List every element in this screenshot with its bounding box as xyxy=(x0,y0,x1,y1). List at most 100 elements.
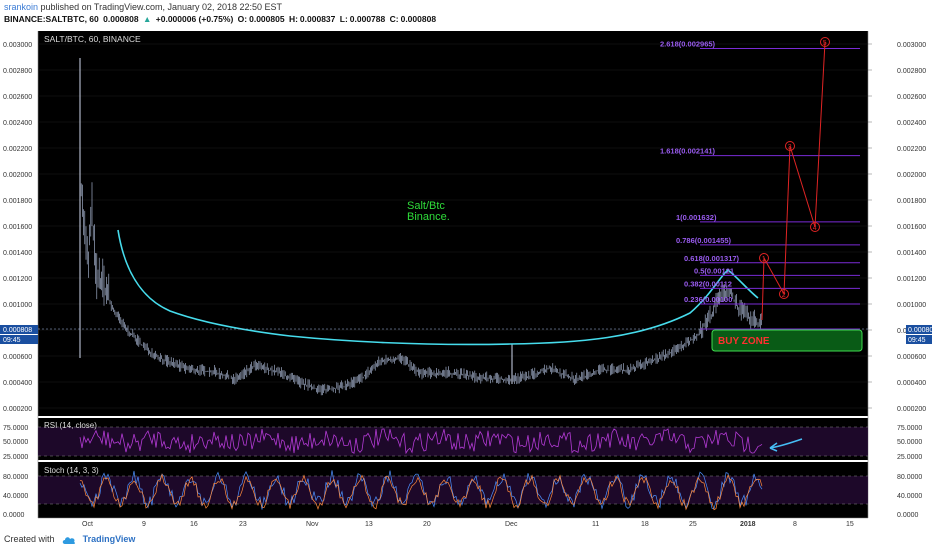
publish-info: srankoin published on TradingView.com, J… xyxy=(4,2,282,12)
stoch-tick-left: 40.0000 xyxy=(3,493,28,500)
stoch-tick-right: 40.0000 xyxy=(897,493,922,500)
left-current-price-text: 0.000808 xyxy=(3,327,32,334)
current-price-tag-text: 0.000808 xyxy=(908,327,932,334)
time-tick-label: 16 xyxy=(190,521,198,528)
wave-label: 5 xyxy=(823,40,827,47)
buy-zone-label: BUY ZONE xyxy=(718,336,770,347)
price-tick-left: 0.002800 xyxy=(3,68,32,75)
publish-date: published on TradingView.com, January 02… xyxy=(40,2,283,12)
price-tick-left: 0.003000 xyxy=(3,42,32,49)
stoch-tick-left: 80.0000 xyxy=(3,474,28,481)
stoch-band xyxy=(38,476,868,504)
price-tick-right: 0.001600 xyxy=(897,224,926,231)
high-value: 0.000837 xyxy=(299,14,336,24)
change-up-icon: ▲ xyxy=(142,14,152,24)
rsi-band xyxy=(38,427,868,456)
price-tick-left: 0.002000 xyxy=(3,172,32,179)
pane-title: SALT/BTC, 60, BINANCE xyxy=(44,34,141,44)
chart-header: srankoin published on TradingView.com, J… xyxy=(0,0,932,28)
wave-label: 1 xyxy=(762,256,766,263)
stoch-title: Stoch (14, 3, 3) xyxy=(44,466,99,475)
time-tick-label: Oct xyxy=(82,521,93,528)
price-tick-right: 0.000400 xyxy=(897,380,926,387)
rsi-tick-left: 50.0000 xyxy=(3,439,28,446)
price-axis-left[interactable]: 0.003000 0.002800 0.002600 0.002400 0.002200… xyxy=(3,42,32,413)
price-tick-left: 0.002600 xyxy=(3,94,32,101)
price-tick-left: 0.002200 xyxy=(3,146,32,153)
created-with-text: Created with xyxy=(4,534,55,544)
price-tick-right: 0.002000 xyxy=(897,172,926,179)
time-tick-label: 15 xyxy=(846,521,854,528)
fib-level-label: 1(0.001632) xyxy=(676,213,717,222)
last-price: 0.000808 xyxy=(103,14,139,24)
time-tick-label: 2018 xyxy=(740,521,756,528)
time-tick-label: 23 xyxy=(239,521,247,528)
price-tick-right: 0.001400 xyxy=(897,250,926,257)
created-with: Created with TradingView xyxy=(4,534,135,545)
stoch-tick-right: 80.0000 xyxy=(897,474,922,481)
wave-label: 4 xyxy=(813,225,817,232)
price-tick-right: 0.002400 xyxy=(897,120,926,127)
rsi-tick-left: 75.0000 xyxy=(3,425,28,432)
footer: Created with TradingView xyxy=(0,530,932,550)
chart-canvas[interactable]: 0.003000 0.002800 0.002600 0.002400 0.002200… xyxy=(0,28,932,530)
author-link[interactable]: srankoin xyxy=(4,2,38,12)
time-tick-label: 20 xyxy=(423,521,431,528)
ohlc-legend: BINANCE:SALTBTC, 60 0.000808 ▲ +0.000006… xyxy=(4,14,438,24)
price-tick-left: 0.001600 xyxy=(3,224,32,231)
fib-level-label: 0.618(0.001317) xyxy=(684,254,740,263)
price-tick-left: 0.001400 xyxy=(3,250,32,257)
buy-zone: BUY ZONE xyxy=(711,329,863,352)
rsi-title: RSI (14, close) xyxy=(44,421,97,430)
time-tick-label: 18 xyxy=(641,521,649,528)
stoch-tick-left: 0.0000 xyxy=(3,512,25,519)
fib-level-label: 0.236(0.00100 xyxy=(684,295,732,304)
time-tick-label: 13 xyxy=(365,521,373,528)
price-tick-right: 0.002800 xyxy=(897,68,926,75)
price-tick-left: 0.001000 xyxy=(3,302,32,309)
time-tick-label: 9 xyxy=(142,521,146,528)
rsi-tick-right: 75.0000 xyxy=(897,425,922,432)
price-tick-right: 0.001800 xyxy=(897,198,926,205)
main-pane[interactable] xyxy=(38,31,868,416)
countdown-tag-text: 09:45 xyxy=(908,337,926,344)
rsi-tick-right: 50.0000 xyxy=(897,439,922,446)
price-tick-left: 0.001800 xyxy=(3,198,32,205)
wave-label: 2 xyxy=(782,292,786,299)
high-label: H: xyxy=(288,14,298,24)
price-tick-left: 0.000400 xyxy=(3,380,32,387)
fib-level-label: 0.786(0.001455) xyxy=(676,236,732,245)
price-tick-left: 0.000200 xyxy=(3,406,32,413)
close-value: 0.000808 xyxy=(400,14,437,24)
fib-level-label: 2.618(0.002965) xyxy=(660,40,716,49)
time-tick-label: 11 xyxy=(592,521,599,528)
price-change: +0.000006 (+0.75%) xyxy=(155,14,234,24)
close-label: C: xyxy=(389,14,399,24)
symbol-label: BINANCE:SALTBTC, 60 xyxy=(4,14,99,24)
low-label: L: xyxy=(339,14,348,24)
price-tick-right: 0.000600 xyxy=(897,354,926,361)
price-tick-left: 0.000600 xyxy=(3,354,32,361)
time-tick-label: 8 xyxy=(793,521,797,528)
price-tick-right: 0.001200 xyxy=(897,276,926,283)
price-tick-left: 0.002400 xyxy=(3,120,32,127)
price-tick-left: 0.001200 xyxy=(3,276,32,283)
open-label: O: xyxy=(237,14,248,24)
fib-level-label: 0.5(0.00121 xyxy=(694,266,734,275)
wave-label: 3 xyxy=(788,144,792,151)
fib-level-label: 1.618(0.002141) xyxy=(660,147,716,156)
price-tick-right: 0.001000 xyxy=(897,302,926,309)
price-tick-right: 0.000200 xyxy=(897,406,926,413)
low-value: 0.000788 xyxy=(349,14,386,24)
tradingview-cloud-icon xyxy=(62,536,76,544)
price-tick-right: 0.002200 xyxy=(897,146,926,153)
stoch-tick-right: 0.0000 xyxy=(897,512,919,519)
fib-level-label: 0.382(0.00112 xyxy=(684,279,732,288)
time-tick-label: Dec xyxy=(505,521,518,528)
rsi-tick-left: 25.0000 xyxy=(3,454,28,461)
time-tick-label: Nov xyxy=(306,521,319,528)
left-countdown-text: 09:45 xyxy=(3,337,21,344)
rsi-tick-right: 25.0000 xyxy=(897,454,922,461)
open-value: 0.000805 xyxy=(249,14,285,24)
tradingview-brand[interactable]: TradingView xyxy=(83,534,136,544)
